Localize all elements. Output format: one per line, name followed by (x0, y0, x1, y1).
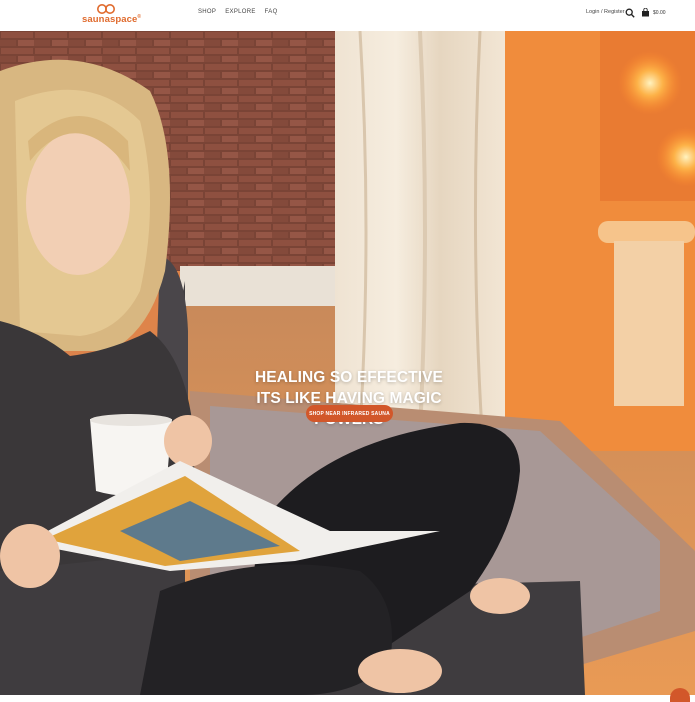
nav-explore[interactable]: EXPLORE (225, 9, 255, 15)
search-icon[interactable] (625, 8, 635, 18)
hero-photo (0, 31, 695, 695)
chat-widget-button[interactable] (670, 688, 690, 702)
nav-shop[interactable]: SHOP (198, 9, 216, 15)
site-header: saunaspace® SHOP EXPLORE FAQ Login / Reg… (0, 0, 695, 31)
cart-total: $0.00 (653, 9, 666, 16)
cart-button[interactable]: $0.00 (641, 8, 666, 17)
shopping-bag-icon (642, 8, 649, 17)
hero-banner: HEALING SO EFFECTIVE ITS LIKE HAVING MAG… (0, 31, 695, 695)
main-nav: SHOP EXPLORE FAQ (198, 9, 278, 15)
saunaspace-logo[interactable]: saunaspace® (82, 2, 142, 28)
nav-faq[interactable]: FAQ (265, 9, 278, 15)
login-register-link[interactable]: Login / Register (586, 9, 625, 15)
headline-line-1: HEALING SO EFFECTIVE (254, 369, 443, 386)
shop-sauna-button[interactable]: SHOP NEAR INFRARED SAUNA (306, 405, 393, 422)
logo-wordmark: saunaspace® (82, 14, 142, 25)
